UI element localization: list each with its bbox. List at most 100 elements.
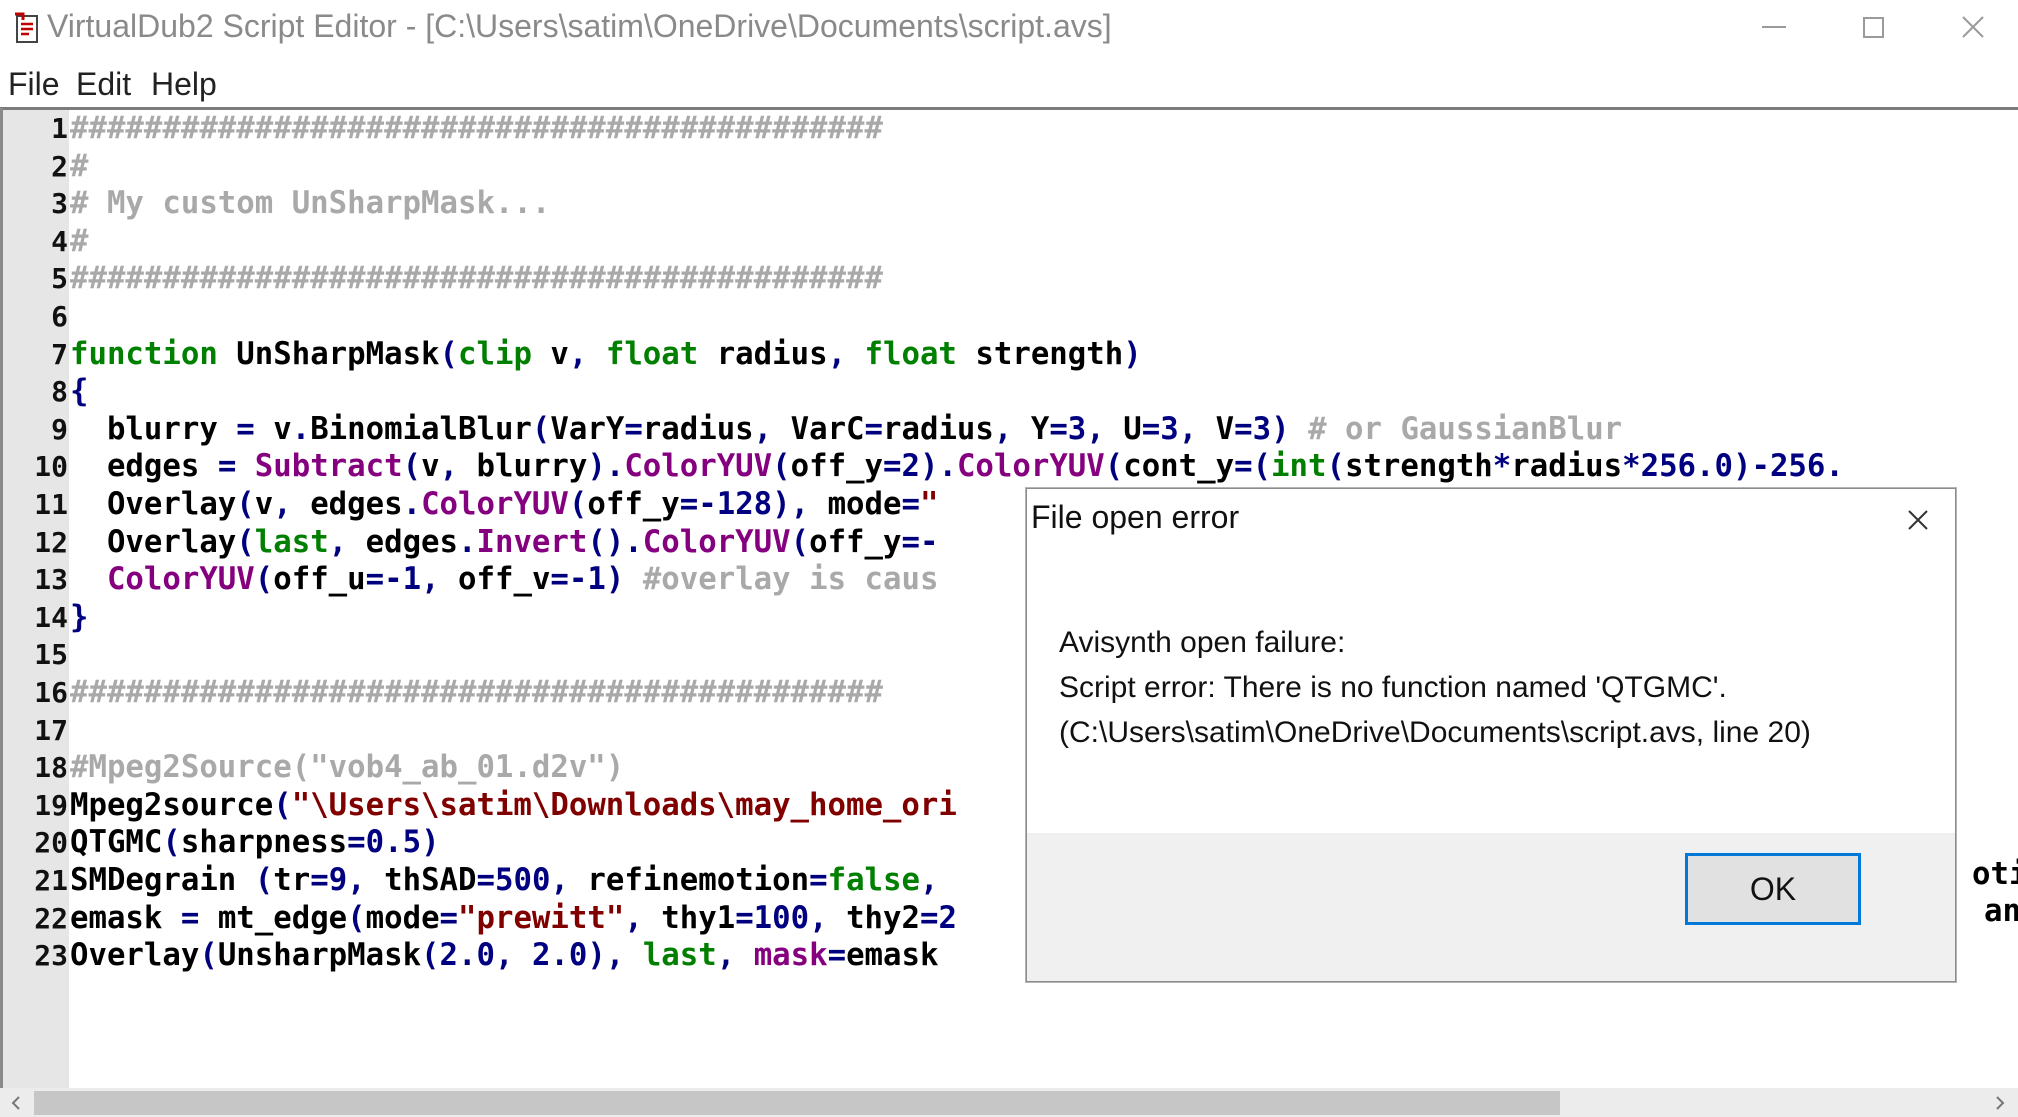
- code-token: strength: [956, 336, 1124, 372]
- minimize-button[interactable]: [1728, 0, 1820, 56]
- code-token: (: [1104, 449, 1124, 485]
- code-token: v: [421, 449, 440, 485]
- horizontal-scrollbar[interactable]: [0, 1088, 2018, 1117]
- code-token: false: [827, 863, 920, 898]
- code-token: ########################################…: [70, 261, 883, 297]
- code-token: v: [531, 336, 569, 372]
- code-token: 500: [495, 863, 551, 898]
- scroll-right-button[interactable]: [1984, 1088, 2018, 1117]
- line-number: 17: [34, 713, 68, 747]
- code-token: =: [827, 938, 847, 974]
- code-token: .: [402, 487, 422, 522]
- code-token: ,: [273, 487, 292, 522]
- code-token: edges: [347, 524, 459, 560]
- code-token: # My custom UnSharpMask...: [70, 186, 551, 222]
- code-line: # My custom UnSharpMask...: [70, 185, 550, 222]
- line-number: 5: [51, 262, 68, 296]
- code-token: Mpeg2source: [70, 787, 274, 823]
- window-title: VirtualDub2 Script Editor - [C:\Users\sa…: [47, 8, 1112, 44]
- code-token: mask: [753, 938, 828, 974]
- code-token: (: [254, 562, 274, 598]
- code-token: 2.0: [531, 938, 588, 974]
- code-token: =: [624, 411, 643, 447]
- code-token: (: [568, 487, 588, 522]
- line-number: 18: [34, 751, 68, 785]
- line-number: 19: [34, 788, 68, 822]
- code-token: =-: [901, 524, 939, 560]
- code-token: ,: [439, 449, 459, 485]
- code-token: ,: [919, 863, 939, 898]
- code-token: 2: [938, 900, 957, 936]
- code-token: float: [864, 336, 957, 372]
- code-token: U: [1104, 411, 1142, 447]
- close-icon: [1962, 16, 1984, 38]
- code-token: radius: [642, 411, 754, 447]
- line-number: 16: [34, 676, 68, 709]
- line-number: 9: [51, 412, 68, 446]
- code-token: ,: [753, 411, 773, 447]
- line-number: 10: [34, 450, 68, 484]
- code-overflow-text: otic: [1972, 857, 2018, 892]
- code-token: =-: [550, 562, 588, 598]
- code-token: ),: [587, 938, 625, 974]
- code-token: .: [458, 524, 477, 560]
- menu-file[interactable]: File: [8, 66, 60, 103]
- code-token: last: [642, 938, 717, 974]
- code-token: VarY: [550, 411, 625, 447]
- code-token: strength: [1344, 449, 1493, 485]
- line-number: 4: [51, 224, 68, 258]
- code-token: ########################################…: [70, 111, 883, 146]
- code-token: mode: [365, 900, 440, 936]
- dialog-message-line: Script error: There is no function named…: [1059, 671, 1727, 704]
- code-overflow-text: and: [1984, 894, 2018, 929]
- code-line: #Mpeg2Source("vob4_ab_01.d2v"): [70, 749, 624, 786]
- code-token: =: [217, 449, 237, 485]
- code-token: =: [476, 863, 495, 898]
- code-token: ,: [494, 938, 514, 974]
- dialog-footer: OK: [1027, 833, 1955, 981]
- code-token: ": [919, 487, 939, 522]
- code-token: ColorYUV: [624, 449, 773, 485]
- code-token: 1: [587, 562, 606, 598]
- maximize-button[interactable]: [1828, 0, 1920, 56]
- line-number: 6: [51, 300, 68, 333]
- scrollbar-thumb[interactable]: [34, 1091, 1560, 1115]
- code-token: (: [772, 449, 791, 485]
- code-line: SMDegrain (tr=9, thSAD=500, refinemotion…: [70, 862, 938, 899]
- close-button[interactable]: [1928, 0, 2018, 56]
- code-token: last: [254, 524, 329, 560]
- menu-bar: File Edit Help: [0, 62, 2018, 108]
- code-token: # or GaussianBlur: [1308, 411, 1623, 447]
- script-editor-app-icon[interactable]: [11, 10, 43, 44]
- code-token: QTGMC: [70, 825, 163, 861]
- code-token: 9: [328, 863, 348, 898]
- code-line: blurry = v.BinomialBlur(VarY=radius, Var…: [70, 411, 1622, 448]
- code-token: 3: [1252, 411, 1272, 447]
- code-token: blurry: [70, 411, 237, 447]
- code-token: =: [1141, 411, 1161, 447]
- dialog-close-button[interactable]: [1895, 497, 1941, 543]
- menu-help[interactable]: Help: [151, 66, 217, 103]
- code-token: }: [70, 599, 89, 635]
- code-line: #: [70, 148, 88, 185]
- code-token: UnsharpMask: [217, 938, 422, 974]
- scroll-left-button[interactable]: [0, 1088, 34, 1117]
- code-token: Overlay: [70, 524, 237, 560]
- line-number: 12: [34, 525, 68, 559]
- code-token: ColorYUV: [642, 524, 791, 560]
- minimize-icon: [1762, 26, 1786, 28]
- code-token: =: [735, 900, 754, 936]
- code-token: 256.: [1769, 449, 1844, 485]
- code-token: 128: [716, 487, 773, 522]
- code-token: 1: [402, 562, 422, 598]
- code-token: edges: [70, 449, 218, 485]
- code-token: ,: [809, 900, 828, 936]
- menu-edit[interactable]: Edit: [76, 66, 131, 103]
- code-token: float: [605, 336, 699, 372]
- line-number: 8: [51, 375, 68, 409]
- ok-button[interactable]: OK: [1685, 853, 1861, 925]
